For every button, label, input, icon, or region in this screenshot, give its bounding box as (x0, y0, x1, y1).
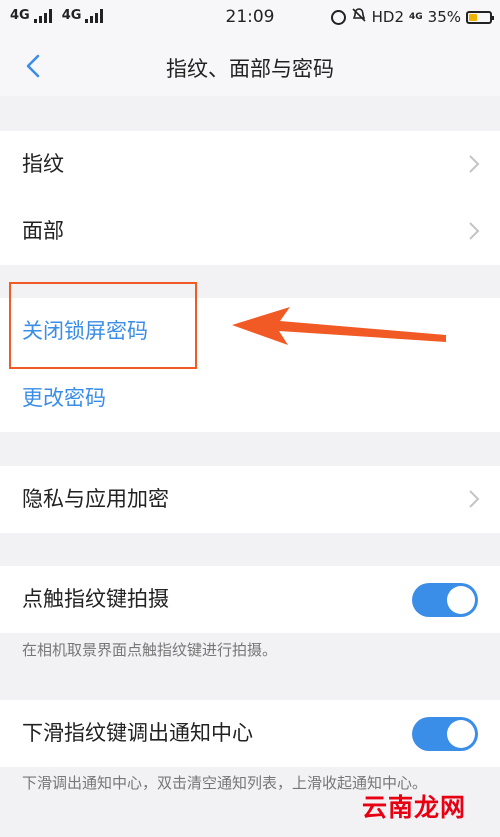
biometric-group: 指纹 面部 (0, 131, 500, 265)
list-item-label: 隐私与应用加密 (22, 487, 169, 511)
annotation-arrow-icon (232, 307, 446, 345)
swipe-notification-group: 下滑指纹键调出通知中心 (0, 700, 500, 767)
setting-label: 下滑指纹键调出通知中心 (22, 721, 253, 745)
setting-row-tap-capture: 点触指纹键拍摄 (0, 566, 500, 633)
status-bar: 4G 4G 21:09 HD2 4G 35% (0, 0, 500, 36)
battery-fill (469, 13, 477, 21)
tap-capture-toggle[interactable] (412, 583, 478, 617)
tap-capture-description: 在相机取景界面点触指纹键进行拍摄。 (22, 641, 278, 659)
mute-icon (351, 7, 367, 27)
battery-icon (466, 10, 494, 24)
privacy-group: 隐私与应用加密 (0, 466, 500, 533)
list-item-face[interactable]: 面部 (0, 198, 500, 265)
toggle-knob (447, 720, 475, 748)
swipe-notification-toggle[interactable] (412, 717, 478, 751)
chevron-right-icon (468, 221, 480, 241)
watermark-text: 云南龙网 (362, 793, 467, 822)
setting-label: 点触指纹键拍摄 (22, 587, 169, 611)
hd-label: HD2 (371, 8, 404, 26)
chevron-right-icon (468, 489, 480, 509)
list-item-label: 指纹 (22, 152, 64, 176)
title-bar: 指纹、面部与密码 (0, 36, 500, 96)
annotation-highlight-box (9, 282, 197, 369)
battery-percent: 35% (427, 8, 461, 26)
lte-label: 4G (409, 12, 423, 22)
chevron-right-icon (468, 154, 480, 174)
setting-row-swipe-notification: 下滑指纹键调出通知中心 (0, 700, 500, 767)
status-icons: HD2 4G 35% (330, 7, 494, 27)
tap-capture-group: 点触指纹键拍摄 (0, 566, 500, 633)
list-item-label: 更改密码 (22, 386, 106, 410)
list-item-privacy-encryption[interactable]: 隐私与应用加密 (0, 466, 500, 533)
list-item-label: 面部 (22, 219, 64, 243)
page-title: 指纹、面部与密码 (166, 57, 334, 81)
toggle-knob (447, 586, 475, 614)
alarm-icon (330, 9, 346, 25)
list-item-fingerprint[interactable]: 指纹 (0, 131, 500, 198)
list-item-change-password[interactable]: 更改密码 (0, 365, 500, 432)
